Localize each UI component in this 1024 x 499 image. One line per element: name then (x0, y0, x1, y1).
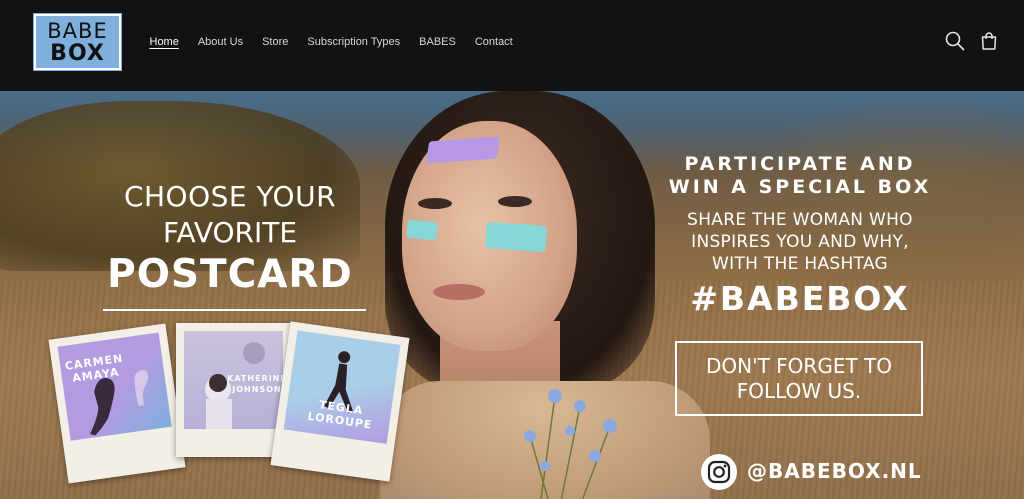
nav-item-babes[interactable]: BABES (410, 34, 466, 54)
follow-line-2: FOLLOW US. (736, 379, 862, 403)
cart-icon (981, 32, 997, 50)
follow-us-box: DON'T FORGET TO FOLLOW US. (675, 341, 923, 416)
choose-postcard-heading: CHOOSE YOUR FAVORITE POSTCARD (90, 179, 370, 299)
contest-body-line-1: SHARE THE WOMAN WHO (687, 210, 913, 230)
contest-heading-line-2: WIN A SPECIAL BOX (668, 176, 932, 198)
postcard-name-line-2: JOHNSON (232, 385, 282, 394)
hashtag: #BABEBOX (690, 279, 910, 318)
contest-info: PARTICIPATE AND WIN A SPECIAL BOX SHARE … (640, 153, 960, 319)
search-icon (945, 31, 965, 51)
hero-banner[interactable]: CHOOSE YOUR FAVORITE POSTCARD CARMEN AMA… (0, 91, 1024, 499)
postcard-name: KATHERINE JOHNSON (226, 373, 288, 395)
nav-item-subscription-types[interactable]: Subscription Types (298, 34, 410, 54)
nav-item-home[interactable]: Home (140, 34, 188, 54)
contest-heading-line-1: PARTICIPATE AND (684, 153, 916, 175)
nav-item-store[interactable]: Store (253, 34, 298, 54)
instagram-icon[interactable] (700, 453, 738, 491)
nav-item-about-us[interactable]: About Us (188, 34, 252, 54)
heading-line-1: CHOOSE YOUR (123, 180, 337, 213)
site-header: BABE BOX Home About Us Store Subscriptio… (0, 0, 1024, 91)
follow-line-1: DON'T FORGET TO (706, 354, 892, 378)
teal-paint-stroke-right (485, 221, 547, 253)
heading-divider (103, 309, 366, 311)
main-nav: Home About Us Store Subscription Types B… (140, 34, 522, 54)
logo-line-2: BOX (50, 41, 105, 66)
heading-line-3: POSTCARD (107, 252, 353, 297)
contest-body-line-3: WITH THE HASHTAG (711, 254, 889, 274)
postcard-image (57, 332, 172, 441)
babebox-logo[interactable]: BABE BOX (33, 13, 122, 71)
heading-line-2: FAVORITE (162, 216, 298, 249)
woman-lips (433, 284, 485, 300)
woman-eye-left (418, 198, 452, 209)
contest-body-line-2: INSPIRES YOU AND WHY, (691, 232, 909, 252)
flowers-icon (524, 389, 617, 499)
contest-body: SHARE THE WOMAN WHO INSPIRES YOU AND WHY… (640, 209, 960, 275)
postcard-name-line-1: KATHERINE (227, 374, 287, 383)
logo-line-1: BABE (47, 19, 108, 43)
search-button[interactable] (944, 30, 966, 52)
dancer-silhouette-icon (89, 369, 149, 436)
instagram-handle[interactable]: @BABEBOX.NL (747, 458, 922, 484)
postcard-tegla-loroupe[interactable]: TEGLA LOROUPE (270, 321, 410, 482)
postcard-carmen-amaya[interactable]: CARMEN AMAYA (48, 323, 186, 484)
teal-paint-stroke-left (406, 219, 438, 241)
cart-button[interactable] (978, 30, 1000, 52)
woman-eye-right (498, 196, 532, 207)
nav-item-contact[interactable]: Contact (465, 34, 522, 54)
